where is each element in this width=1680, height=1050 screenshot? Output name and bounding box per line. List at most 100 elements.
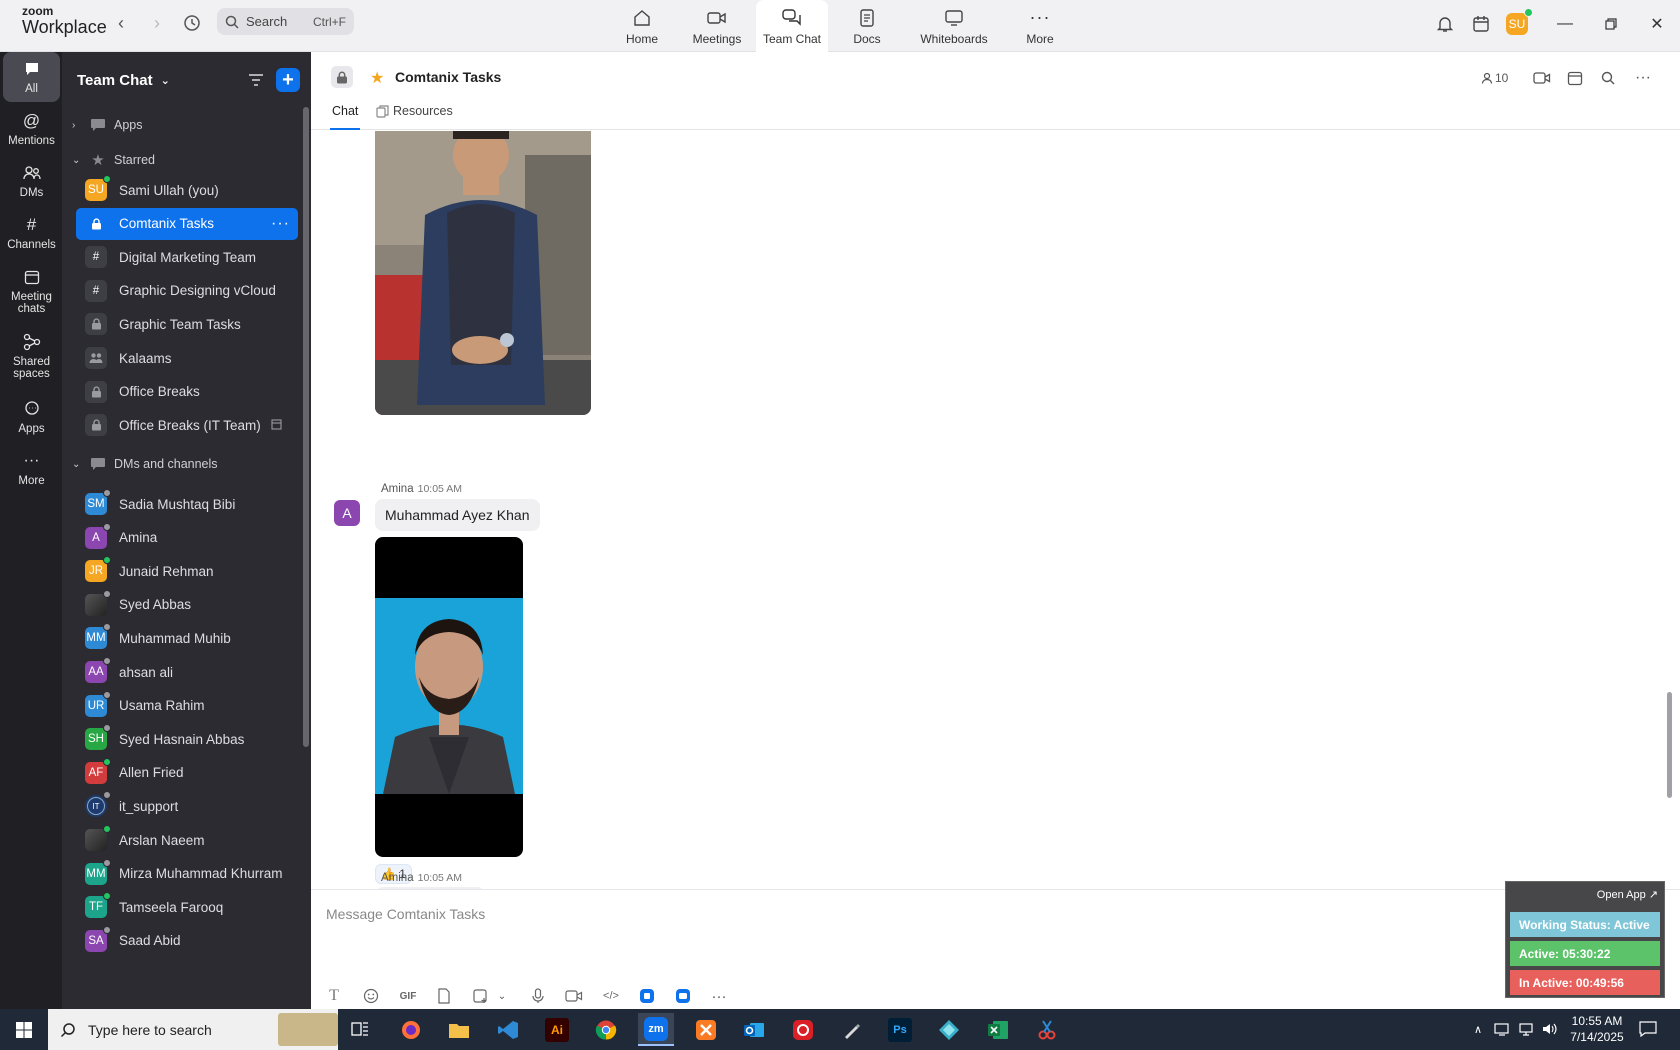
rail-item-dms[interactable]: DMs — [3, 156, 60, 206]
excel-icon[interactable] — [980, 1013, 1016, 1046]
network-tray-icon[interactable] — [1492, 1019, 1512, 1039]
search-input[interactable]: Search Ctrl+F — [217, 8, 354, 35]
section-dms-and-channels[interactable]: ⌄ DMs and channels — [72, 454, 218, 474]
members-button[interactable]: 10 — [1481, 68, 1508, 88]
section-apps[interactable]: › Apps — [72, 115, 143, 135]
windows-start-icon[interactable] — [0, 1009, 48, 1050]
wifi-icon[interactable] — [1516, 1019, 1536, 1039]
app-integration-icon[interactable] — [636, 986, 658, 1006]
sidebar-item[interactable]: # Digital Marketing Team — [76, 241, 298, 273]
dm-item[interactable]: A Amina — [76, 522, 298, 554]
section-starred[interactable]: ⌄ ★ Starred — [72, 150, 155, 170]
tab-meetings[interactable]: Meetings — [688, 0, 746, 52]
forward-arrow-icon[interactable]: › — [146, 12, 168, 34]
dm-item[interactable]: JR Junaid Rehman — [76, 555, 298, 587]
open-app-link[interactable]: Open App ↗ — [1597, 888, 1658, 901]
rail-item-all[interactable]: All — [3, 52, 60, 102]
rail-item-shared-spaces[interactable]: Shared spaces — [3, 327, 60, 385]
gif-icon[interactable]: GIF — [397, 986, 419, 1006]
sidebar-title[interactable]: Team Chat ⌄ — [77, 72, 170, 89]
microphone-icon[interactable] — [527, 986, 549, 1006]
history-icon[interactable] — [181, 12, 203, 34]
taskbar-search-input[interactable]: Type here to search — [48, 1009, 338, 1050]
outlook-icon[interactable] — [736, 1013, 772, 1046]
close-icon[interactable]: ✕ — [1644, 12, 1670, 36]
bell-icon[interactable] — [1433, 12, 1457, 36]
rail-item-mentions[interactable]: @ Mentions — [3, 104, 60, 154]
notification-center-icon[interactable] — [1638, 1019, 1658, 1039]
zoom-app-icon[interactable] — [672, 986, 694, 1006]
sidebar-item[interactable]: Office Breaks (IT Team) — [76, 409, 298, 441]
taskbar-clock[interactable]: 10:55 AM 7/14/2025 — [1562, 1013, 1632, 1045]
video-message-icon[interactable] — [563, 986, 585, 1006]
dm-item[interactable]: IT it_support — [76, 790, 298, 822]
message-scrollbar[interactable] — [1667, 692, 1672, 798]
user-avatar-button[interactable]: SU — [1505, 8, 1533, 36]
filter-icon[interactable] — [244, 68, 268, 92]
code-snippet-icon[interactable]: </> — [600, 986, 622, 1006]
rail-item-meeting-chats[interactable]: Meeting chats — [3, 262, 60, 320]
rail-item-apps[interactable]: Apps — [3, 392, 60, 442]
calendar-icon[interactable] — [1469, 12, 1493, 36]
more-dots-icon[interactable]: ··· — [1635, 68, 1651, 88]
sidebar-scrollbar[interactable] — [303, 107, 309, 747]
back-arrow-icon[interactable]: ‹ — [110, 12, 132, 34]
dm-item[interactable]: AA ahsan ali — [76, 656, 298, 688]
inkscape-pen-icon[interactable] — [834, 1013, 870, 1046]
sidebar-item[interactable]: Kalaams — [76, 342, 298, 374]
dm-item[interactable]: Arslan Naeem — [76, 824, 298, 856]
dm-item[interactable]: SA Saad Abid — [76, 925, 298, 957]
sidebar-item[interactable]: Office Breaks — [76, 376, 298, 408]
minimize-icon[interactable]: — — [1552, 12, 1578, 36]
message-image[interactable] — [375, 131, 591, 415]
message-bubble[interactable]: Muhammad Ayez Khan — [375, 499, 540, 531]
zoom-taskbar-icon[interactable]: zm — [638, 1013, 674, 1046]
screenshot-icon[interactable] — [469, 986, 491, 1006]
vscode-icon[interactable] — [490, 1013, 526, 1046]
sidebar-item[interactable]: Comtanix Tasks ··· — [76, 207, 298, 240]
tab-home[interactable]: Home — [620, 0, 664, 52]
message-input[interactable] — [326, 902, 1126, 926]
file-icon[interactable] — [433, 986, 455, 1006]
file-explorer-icon[interactable] — [441, 1013, 477, 1046]
tab-whiteboards[interactable]: Whiteboards — [916, 0, 992, 52]
creative-cloud-icon[interactable] — [785, 1013, 821, 1046]
snipping-tool-icon[interactable] — [1029, 1013, 1065, 1046]
chevron-down-icon[interactable]: ⌄ — [491, 986, 513, 1006]
dm-item[interactable]: MM Muhammad Muhib — [76, 622, 298, 654]
xampp-icon[interactable] — [688, 1013, 724, 1046]
rail-item-channels[interactable]: # Channels — [3, 208, 60, 258]
restore-icon[interactable] — [1598, 12, 1624, 36]
volume-icon[interactable] — [1540, 1019, 1560, 1039]
message-image[interactable] — [375, 537, 523, 857]
illustrator-icon[interactable]: Ai — [539, 1013, 575, 1046]
dm-item[interactable]: SM Sadia Mushtaq Bibi — [76, 488, 298, 520]
firefox-icon[interactable] — [393, 1013, 429, 1046]
new-chat-plus-button[interactable]: + — [276, 68, 300, 92]
tab-team-chat[interactable]: Team Chat — [756, 0, 828, 52]
sidebar-item[interactable]: Graphic Team Tasks — [76, 308, 298, 340]
tab-resources[interactable]: Resources — [376, 104, 453, 130]
dm-item[interactable]: UR Usama Rahim — [76, 690, 298, 722]
chrome-icon[interactable] — [588, 1013, 624, 1046]
dm-item[interactable]: Syed Abbas — [76, 589, 298, 621]
dm-item[interactable]: AF Allen Fried — [76, 757, 298, 789]
search-icon[interactable] — [1601, 68, 1615, 88]
photoshop-icon[interactable]: Ps — [882, 1013, 918, 1046]
sidebar-item[interactable]: # Graphic Designing vCloud — [76, 275, 298, 307]
text-format-icon[interactable]: T — [323, 986, 345, 1006]
more-dots-icon[interactable]: ··· — [708, 986, 730, 1006]
video-camera-icon[interactable] — [1533, 68, 1551, 88]
tab-chat[interactable]: Chat — [330, 104, 361, 130]
dm-item[interactable]: TF Tamseela Farooq — [76, 891, 298, 923]
avatar[interactable]: A — [334, 500, 360, 526]
rail-item-more[interactable]: ··· More — [3, 444, 60, 494]
task-view-icon[interactable] — [350, 1019, 370, 1039]
chat-title[interactable]: Comtanix Tasks — [395, 69, 501, 85]
star-icon[interactable]: ★ — [370, 68, 384, 88]
more-dots-icon[interactable]: ··· — [271, 215, 290, 233]
tab-more[interactable]: ··· More — [1020, 0, 1060, 52]
calendar-icon[interactable] — [1567, 68, 1583, 88]
emoji-icon[interactable] — [360, 986, 382, 1006]
dm-item[interactable]: MM Mirza Muhammad Khurram — [76, 858, 298, 890]
